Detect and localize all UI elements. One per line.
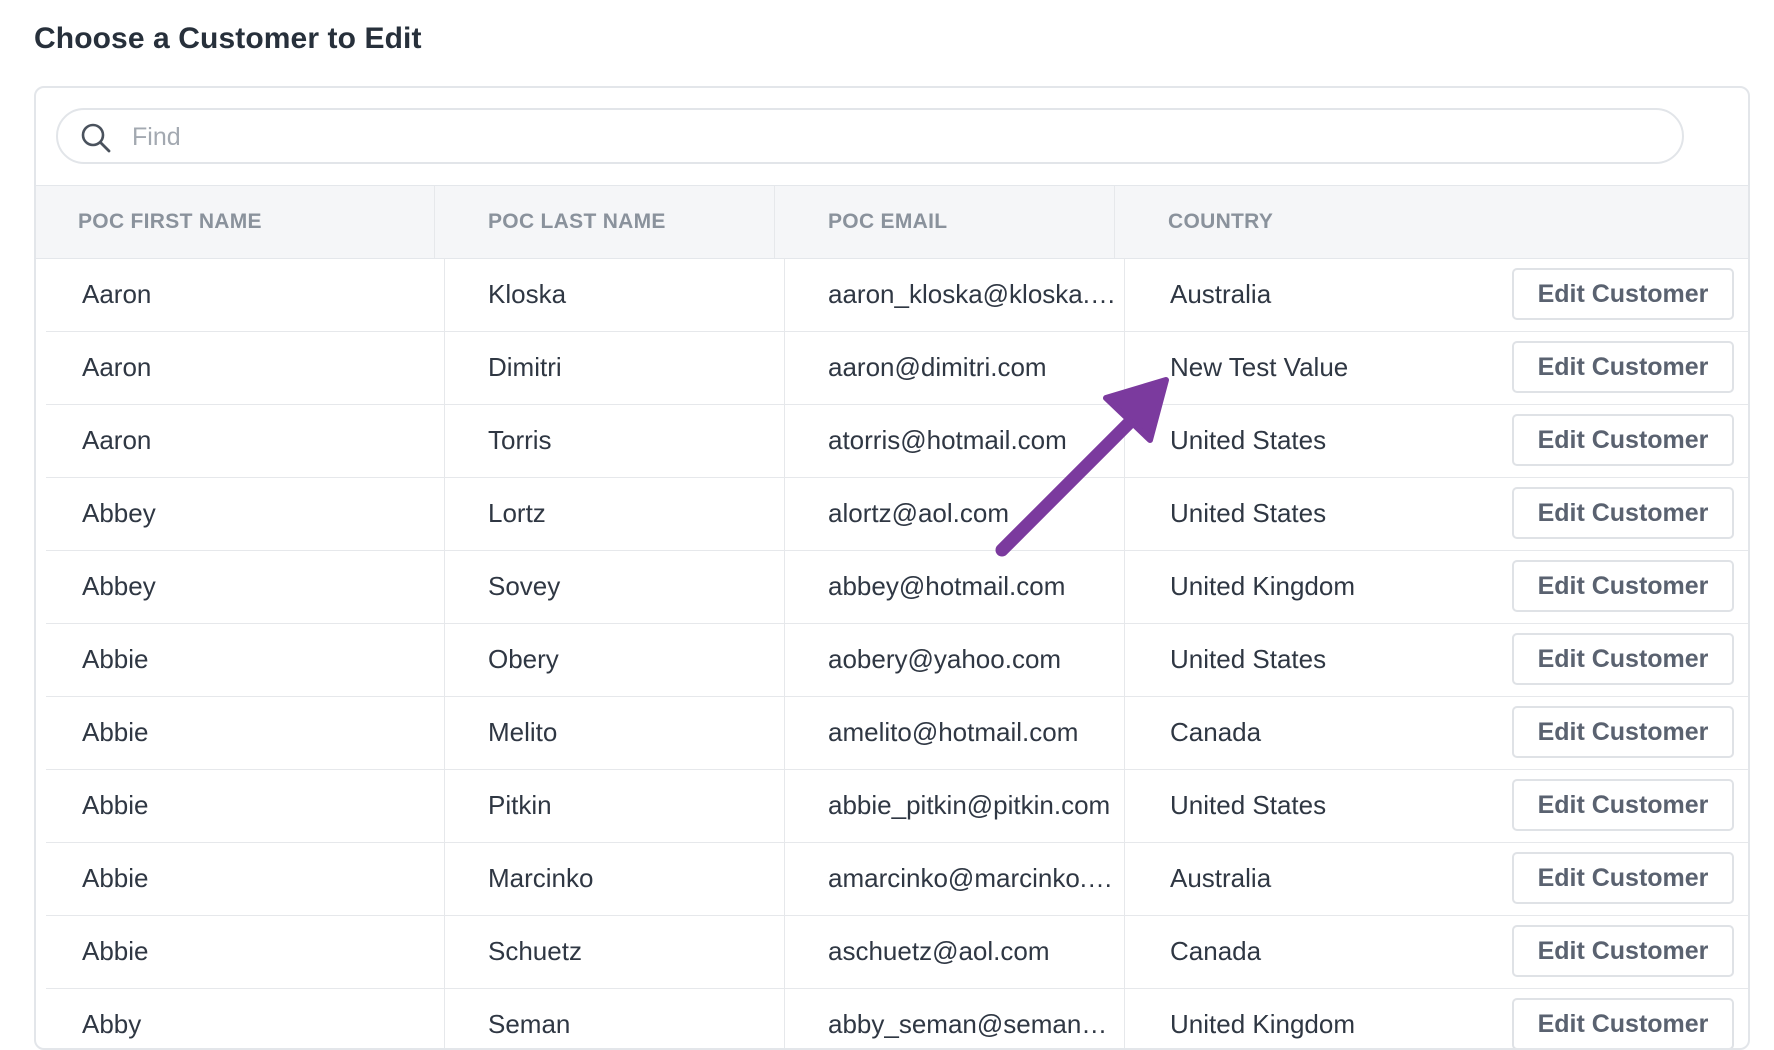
cell-last-name: Lortz — [488, 498, 546, 528]
cell-first-name: Abbey — [82, 498, 156, 528]
customer-table-panel: POC FIRST NAME POC LAST NAME POC EMAIL C… — [34, 86, 1750, 1050]
cell-first-name: Abbie — [82, 717, 149, 747]
table-row: Abbie Schuetz aschuetz@aol.com Canada Ed… — [46, 916, 1748, 989]
column-divider — [1124, 258, 1125, 1048]
column-divider — [434, 186, 435, 258]
cell-country: United States — [1170, 644, 1327, 674]
cell-country: Canada — [1170, 717, 1262, 747]
edit-customer-button[interactable]: Edit Customer — [1512, 633, 1734, 685]
cell-country: New Test Value — [1170, 352, 1349, 382]
cell-last-name: Dimitri — [488, 352, 562, 382]
cell-email: amelito@hotmail.com — [828, 717, 1079, 747]
edit-customer-button[interactable]: Edit Customer — [1512, 341, 1734, 393]
cell-email: alortz@aol.com — [828, 498, 1010, 528]
table-row: Abbie Marcinko amarcinko@marcinko.… Aust… — [46, 843, 1748, 916]
cell-first-name: Abbie — [82, 644, 149, 674]
cell-email: aobery@yahoo.com — [828, 644, 1062, 674]
cell-first-name: Aaron — [82, 279, 152, 309]
table-row: Aaron Kloska aaron_kloska@kloska.… Austr… — [46, 259, 1748, 332]
cell-email: aaron_kloska@kloska.… — [828, 279, 1116, 309]
edit-customer-button[interactable]: Edit Customer — [1512, 268, 1734, 320]
cell-first-name: Abby — [82, 1009, 142, 1039]
table-row: Aaron Dimitri aaron@dimitri.com New Test… — [46, 332, 1748, 405]
edit-customer-button[interactable]: Edit Customer — [1512, 487, 1734, 539]
cell-last-name: Seman — [488, 1009, 571, 1039]
cell-email: amarcinko@marcinko.… — [828, 863, 1114, 893]
cell-last-name: Obery — [488, 644, 559, 674]
search-input[interactable] — [130, 118, 1654, 156]
table-row: Abbey Lortz alortz@aol.com United States… — [46, 478, 1748, 551]
table-body: Aaron Kloska aaron_kloska@kloska.… Austr… — [36, 259, 1748, 1048]
cell-first-name: Abbie — [82, 790, 149, 820]
cell-last-name: Kloska — [488, 279, 567, 309]
cell-country: United Kingdom — [1170, 571, 1355, 601]
cell-last-name: Schuetz — [488, 936, 582, 966]
edit-customer-button[interactable]: Edit Customer — [1512, 852, 1734, 904]
edit-customer-button[interactable]: Edit Customer — [1512, 925, 1734, 977]
cell-last-name: Marcinko — [488, 863, 594, 893]
column-divider — [444, 258, 445, 1048]
table-row: Abbey Sovey abbey@hotmail.com United Kin… — [46, 551, 1748, 624]
cell-country: Canada — [1170, 936, 1262, 966]
column-header-first-name[interactable]: POC FIRST NAME — [78, 186, 428, 258]
edit-customer-button[interactable]: Edit Customer — [1512, 414, 1734, 466]
search-box[interactable] — [56, 108, 1684, 164]
cell-first-name: Abbie — [82, 863, 149, 893]
edit-customer-button[interactable]: Edit Customer — [1512, 998, 1734, 1048]
cell-email: aaron@dimitri.com — [828, 352, 1047, 382]
edit-customer-button[interactable]: Edit Customer — [1512, 706, 1734, 758]
column-header-country[interactable]: COUNTRY — [1168, 186, 1488, 258]
cell-last-name: Melito — [488, 717, 558, 747]
cell-last-name: Torris — [488, 425, 552, 455]
cell-email: aschuetz@aol.com — [828, 936, 1050, 966]
column-divider — [1114, 186, 1115, 258]
table-row: Abby Seman abby_seman@seman… United King… — [46, 989, 1748, 1048]
cell-last-name: Pitkin — [488, 790, 552, 820]
table-row: Abbie Pitkin abbie_pitkin@pitkin.com Uni… — [46, 770, 1748, 843]
cell-first-name: Abbey — [82, 571, 156, 601]
cell-email: abby_seman@seman… — [828, 1009, 1108, 1039]
cell-country: United States — [1170, 425, 1327, 455]
cell-first-name: Aaron — [82, 352, 152, 382]
cell-email: atorris@hotmail.com — [828, 425, 1067, 455]
edit-customer-button[interactable]: Edit Customer — [1512, 560, 1734, 612]
cell-country: Australia — [1170, 279, 1272, 309]
cell-country: United States — [1170, 498, 1327, 528]
cell-email: abbie_pitkin@pitkin.com — [828, 790, 1111, 820]
cell-first-name: Aaron — [82, 425, 152, 455]
edit-customer-button[interactable]: Edit Customer — [1512, 779, 1734, 831]
cell-country: United Kingdom — [1170, 1009, 1355, 1039]
column-divider — [774, 186, 775, 258]
search-icon — [81, 123, 111, 153]
page-title: Choose a Customer to Edit — [34, 22, 422, 55]
customer-table: POC FIRST NAME POC LAST NAME POC EMAIL C… — [36, 185, 1748, 1048]
column-header-last-name[interactable]: POC LAST NAME — [488, 186, 798, 258]
table-row: Abbie Melito amelito@hotmail.com Canada … — [46, 697, 1748, 770]
cell-email: abbey@hotmail.com — [828, 571, 1066, 601]
cell-country: Australia — [1170, 863, 1272, 893]
cell-last-name: Sovey — [488, 571, 561, 601]
table-row: Aaron Torris atorris@hotmail.com United … — [46, 405, 1748, 478]
cell-country: United States — [1170, 790, 1327, 820]
cell-first-name: Abbie — [82, 936, 149, 966]
column-divider — [784, 258, 785, 1048]
column-header-email[interactable]: POC EMAIL — [828, 186, 1168, 258]
table-header: POC FIRST NAME POC LAST NAME POC EMAIL C… — [36, 185, 1748, 259]
table-row: Abbie Obery aobery@yahoo.com United Stat… — [46, 624, 1748, 697]
